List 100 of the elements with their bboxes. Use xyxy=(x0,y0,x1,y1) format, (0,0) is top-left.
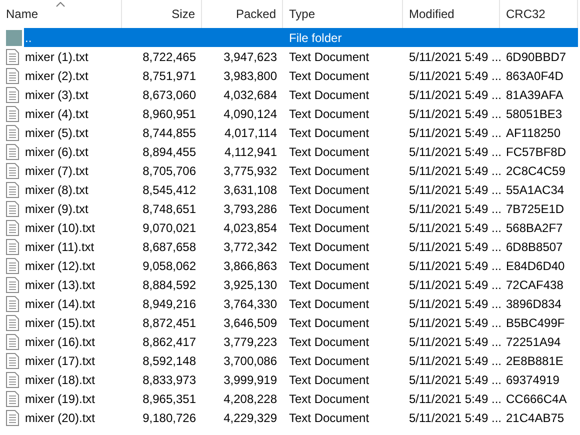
file-name: mixer (2).txt xyxy=(25,68,88,82)
table-cell: 5/11/2021 5:49 ... xyxy=(409,240,502,254)
file-row[interactable]: mixer (2).txt 8,751,971 3,983,800 Text Document 5/11/2021 5:49 ... 863A0F4D xyxy=(24,66,578,85)
file-name: mixer (11).txt xyxy=(25,240,94,254)
file-row[interactable]: mixer (12).txt 9,058,062 3,866,863 Text Document 5/11/2021 5:49 ... E84D6D40 xyxy=(24,256,578,275)
table-cell: E84D6D40 xyxy=(506,258,565,272)
table-cell: 3,793,286 xyxy=(224,202,277,216)
file-name: mixer (7).txt xyxy=(25,164,88,178)
file-name: mixer (5).txt xyxy=(25,126,88,140)
table-cell: 8,862,417 xyxy=(142,334,196,348)
file-row[interactable]: mixer (4).txt 8,960,951 4,090,124 Text Document 5/11/2021 5:49 ... 58051BE3 xyxy=(24,104,578,123)
table-cell: 5/11/2021 5:49 ... xyxy=(409,354,502,368)
table-cell: 9,058,062 xyxy=(142,258,196,272)
file-row[interactable]: mixer (18).txt 8,833,973 3,999,919 Text Document 5/11/2021 5:49 ... 69374919 xyxy=(24,370,578,389)
table-cell: 6D90BBD7 xyxy=(506,50,566,64)
table-cell: 2C8C4C59 xyxy=(506,164,566,178)
table-cell: Text Document xyxy=(289,258,370,272)
table-cell: 21C4AB75 xyxy=(506,410,564,424)
table-cell: 4,017,114 xyxy=(224,126,277,140)
table-cell: 5/11/2021 5:49 ... xyxy=(409,106,502,120)
table-cell: 3,764,330 xyxy=(224,296,277,310)
table-cell: Text Document xyxy=(289,220,370,234)
file-row[interactable]: mixer (13).txt 8,884,592 3,925,130 Text Document 5/11/2021 5:49 ... 72CAF438 xyxy=(24,275,578,294)
file-row[interactable]: mixer (5).txt 8,744,855 4,017,114 Text Document 5/11/2021 5:49 ... AF118250 xyxy=(24,123,578,142)
table-cell: 5/11/2021 5:49 ... xyxy=(409,296,502,310)
file-name: mixer (12).txt xyxy=(25,258,96,272)
text-file-icon xyxy=(6,162,19,178)
table-cell: 2E8B881E xyxy=(506,354,564,368)
text-file-icon xyxy=(6,182,19,198)
table-cell: 8,833,973 xyxy=(142,372,196,386)
table-cell: 6D8B8507 xyxy=(506,240,563,254)
table-cell: 72251A94 xyxy=(506,334,561,348)
text-file-icon xyxy=(6,372,19,388)
table-cell: FC57BF8D xyxy=(506,144,566,158)
text-file-icon xyxy=(6,48,19,64)
table-cell: Text Document xyxy=(289,334,370,348)
file-name: mixer (19).txt xyxy=(25,392,96,406)
table-cell: 8,744,855 xyxy=(142,126,196,140)
file-row[interactable]: mixer (20).txt 9,180,726 4,229,329 Text Document 5/11/2021 5:49 ... 21C4AB75 xyxy=(24,408,578,427)
file-name: mixer (14).txt xyxy=(25,296,96,310)
file-row[interactable]: mixer (7).txt 8,705,706 3,775,932 Text Document 5/11/2021 5:49 ... 2C8C4C59 xyxy=(24,161,578,180)
text-file-icon xyxy=(6,106,19,122)
text-file-icon xyxy=(6,352,19,368)
text-file-icon xyxy=(6,124,19,140)
table-cell: 3,983,800 xyxy=(224,68,277,82)
table-cell: 8,751,971 xyxy=(142,68,196,82)
table-cell: 5/11/2021 5:49 ... xyxy=(409,220,502,234)
table-cell: Text Document xyxy=(289,410,370,424)
file-row[interactable]: mixer (10).txt 9,070,021 4,023,854 Text Document 5/11/2021 5:49 ... 568BA2F7 xyxy=(24,218,578,237)
table-cell: B5BC499F xyxy=(506,316,565,330)
table-cell: 5/11/2021 5:49 ... xyxy=(409,372,502,386)
text-file-icon xyxy=(6,296,19,312)
table-cell: 4,208,228 xyxy=(224,392,277,406)
file-row[interactable]: mixer (9).txt 8,748,651 3,793,286 Text Document 5/11/2021 5:49 ... 7B725E1D xyxy=(24,199,578,218)
table-cell: 4,112,941 xyxy=(224,144,277,158)
table-cell: Text Document xyxy=(289,182,370,196)
table-cell: CC666C4A xyxy=(506,392,567,406)
table-cell: 8,884,592 xyxy=(142,278,196,292)
file-row[interactable]: mixer (19).txt 8,965,351 4,208,228 Text Document 5/11/2021 5:49 ... CC666C4A xyxy=(24,389,578,408)
table-cell: 8,687,658 xyxy=(142,240,196,254)
text-file-icon xyxy=(6,410,19,426)
table-cell: 8,872,451 xyxy=(142,316,196,330)
file-name: mixer (17).txt xyxy=(25,354,96,368)
file-name: mixer (4).txt xyxy=(25,106,88,120)
table-cell: 5/11/2021 5:49 ... xyxy=(409,126,502,140)
file-row[interactable]: mixer (14).txt 8,949,216 3,764,330 Text Document 5/11/2021 5:49 ... 3896D834 xyxy=(24,294,578,313)
table-cell: Text Document xyxy=(289,202,370,216)
file-row[interactable]: mixer (15).txt 8,872,451 3,646,509 Text Document 5/11/2021 5:49 ... B5BC499F xyxy=(24,313,578,332)
table-cell: 568BA2F7 xyxy=(506,220,563,234)
text-file-icon xyxy=(6,334,19,350)
table-cell: 5/11/2021 5:49 ... xyxy=(409,392,502,406)
text-file-icon xyxy=(6,390,19,406)
table-cell: Text Document xyxy=(289,144,370,158)
table-cell: Text Document xyxy=(289,164,370,178)
table-cell: 3896D834 xyxy=(506,296,562,310)
file-row[interactable]: mixer (6).txt 8,894,455 4,112,941 Text Document 5/11/2021 5:49 ... FC57BF8D xyxy=(24,142,578,161)
file-row[interactable]: mixer (16).txt 8,862,417 3,779,223 Text Document 5/11/2021 5:49 ... 72251A94 xyxy=(24,332,578,351)
file-name: mixer (20).txt xyxy=(25,410,96,424)
table-cell: 69374919 xyxy=(506,372,560,386)
file-name: mixer (18).txt xyxy=(25,372,96,386)
file-row[interactable]: mixer (8).txt 8,545,412 3,631,108 Text Document 5/11/2021 5:49 ... 55A1AC34 xyxy=(24,180,578,199)
file-name: mixer (16).txt xyxy=(25,334,96,348)
table-cell: 5/11/2021 5:49 ... xyxy=(409,278,502,292)
table-cell: 8,722,465 xyxy=(142,50,196,64)
table-cell: Text Document xyxy=(289,316,370,330)
file-name: mixer (10).txt xyxy=(25,220,96,234)
text-file-icon xyxy=(6,200,19,216)
text-file-icon xyxy=(6,68,19,84)
file-name: mixer (9).txt xyxy=(25,202,88,216)
table-cell: 8,748,651 xyxy=(142,202,196,216)
table-cell: 58051BE3 xyxy=(506,106,562,120)
file-row[interactable]: mixer (1).txt 8,722,465 3,947,623 Text Document 5/11/2021 5:49 ... 6D90BBD7 xyxy=(24,47,578,66)
table-cell: 5/11/2021 5:49 ... xyxy=(409,334,502,348)
file-row[interactable]: mixer (11).txt 8,687,658 3,772,342 Text Document 5/11/2021 5:49 ... 6D8B8507 xyxy=(24,237,578,256)
file-row[interactable]: .. File folder xyxy=(24,28,578,47)
file-row[interactable]: mixer (17).txt 8,592,148 3,700,086 Text Document 5/11/2021 5:49 ... 2E8B881E xyxy=(24,351,578,370)
table-cell: Text Document xyxy=(289,296,370,310)
file-row[interactable]: mixer (3).txt 8,673,060 4,032,684 Text Document 5/11/2021 5:49 ... 81A39AFA xyxy=(24,85,578,104)
table-cell: 5/11/2021 5:49 ... xyxy=(409,410,502,424)
table-cell: Text Document xyxy=(289,372,370,386)
